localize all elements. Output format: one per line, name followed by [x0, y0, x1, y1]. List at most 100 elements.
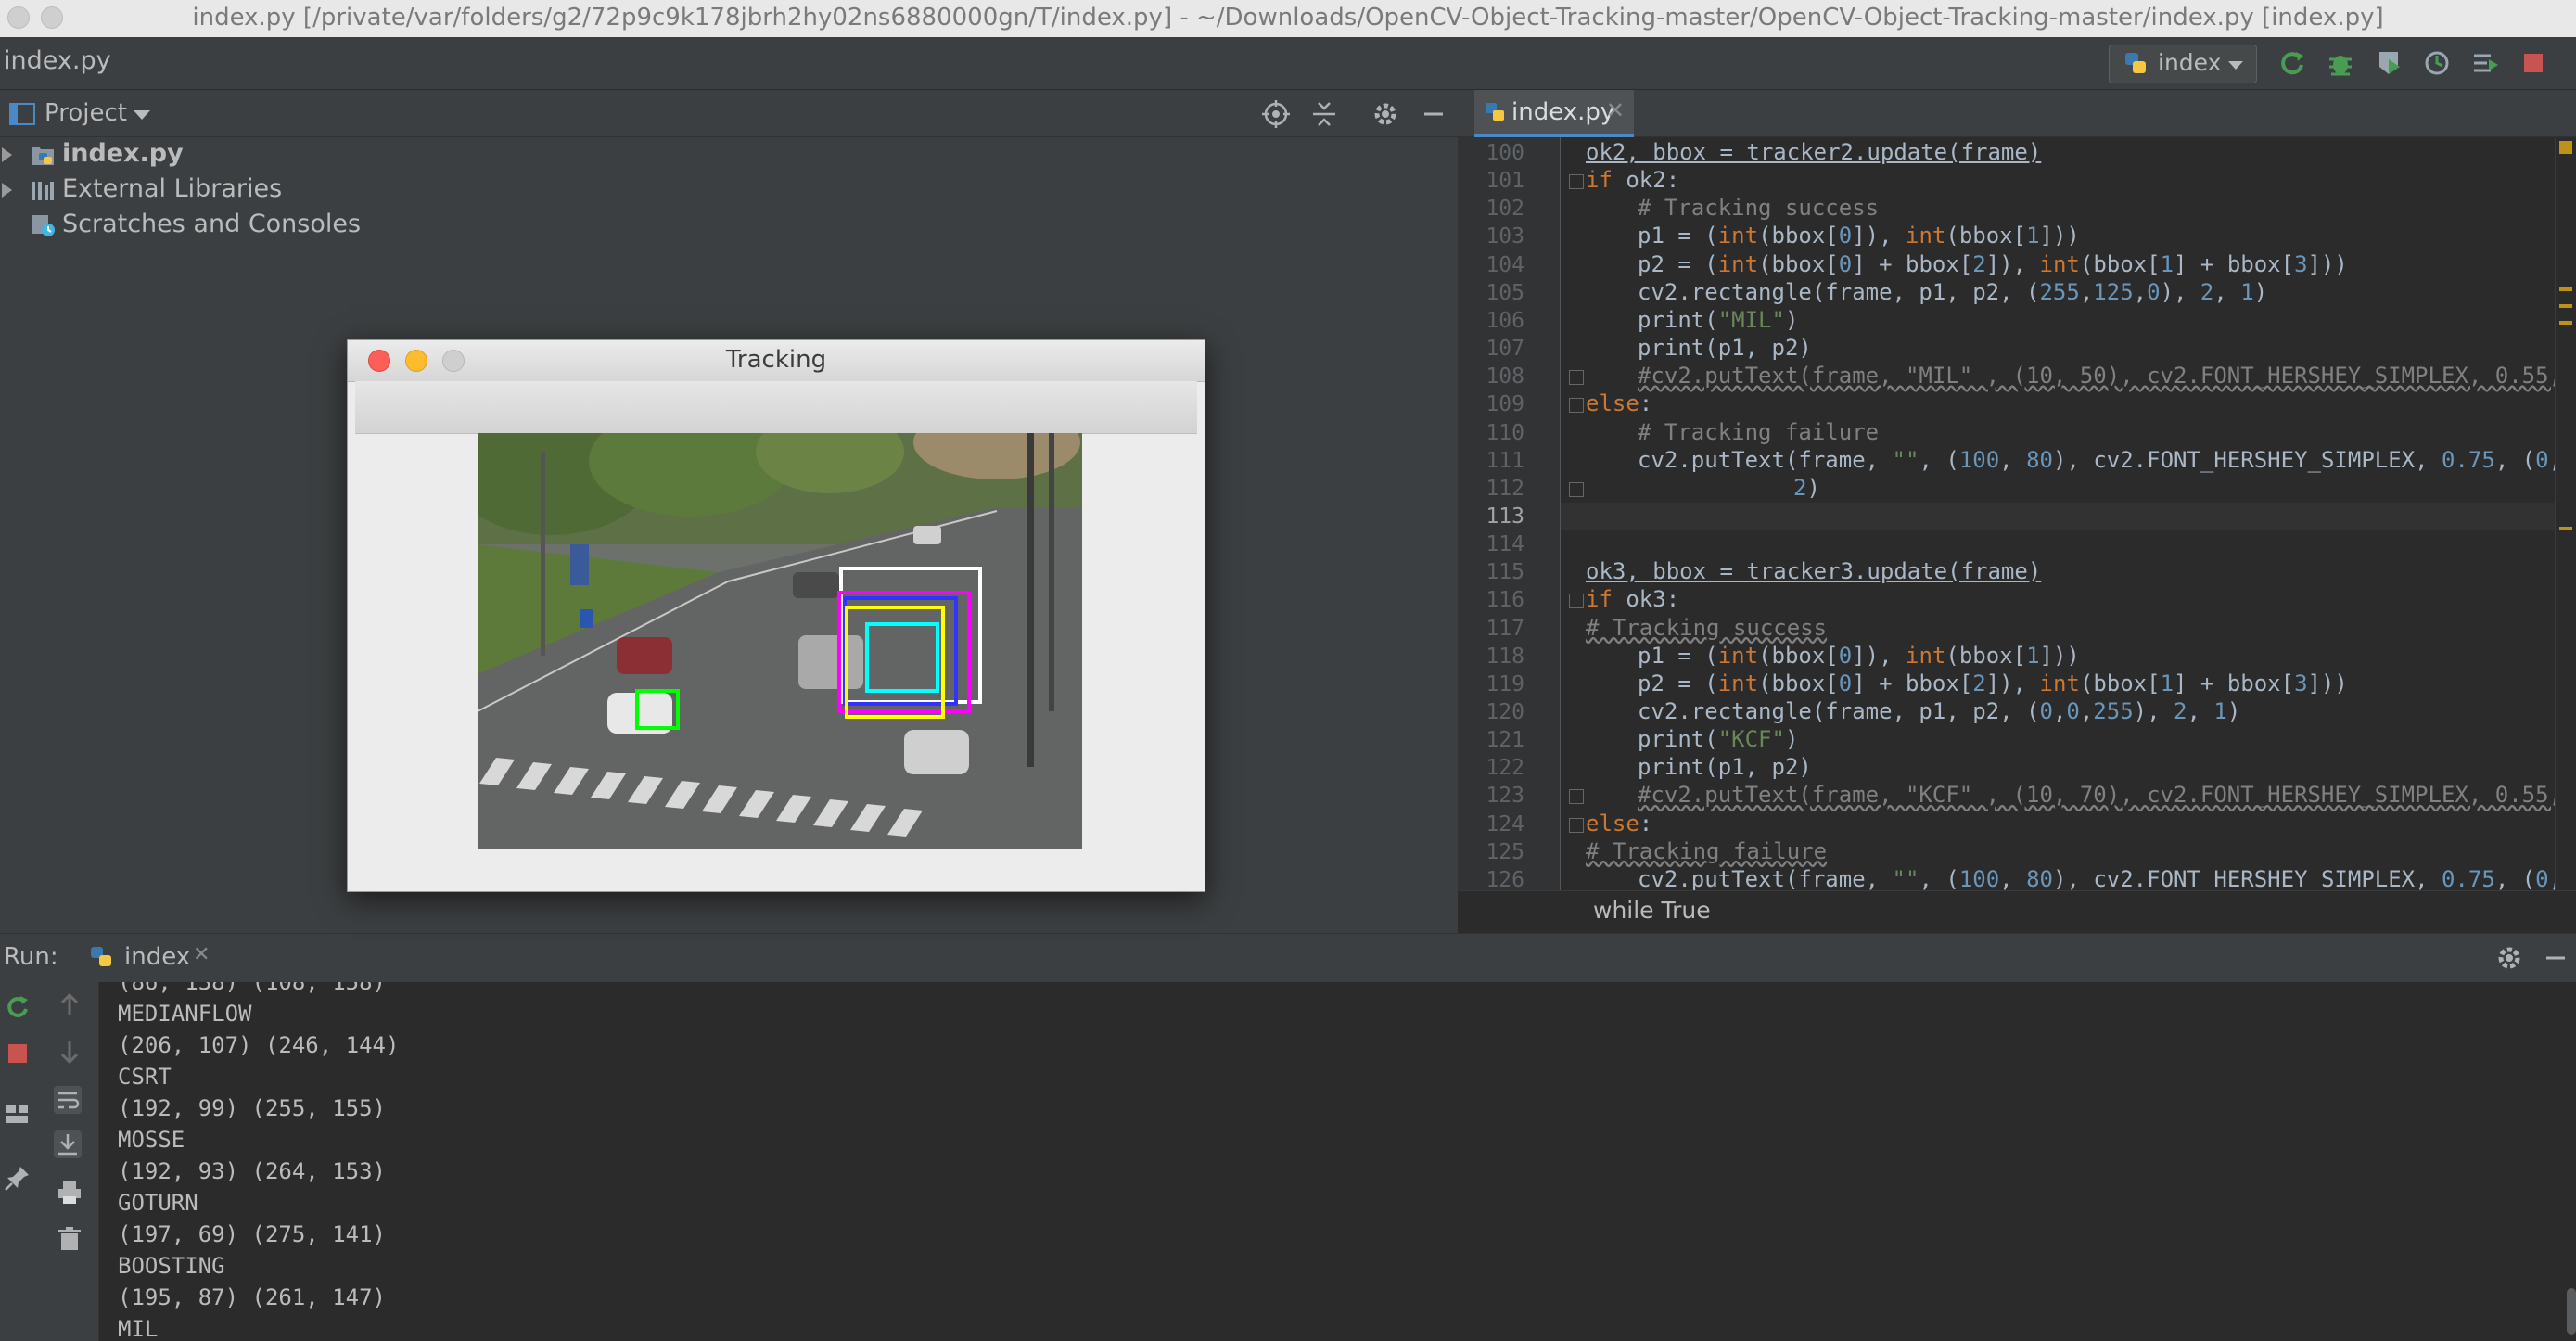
collapse-all-icon[interactable]	[1309, 99, 1339, 129]
code-line: cv2.rectangle(frame, p1, p2, (0,0,255), …	[1638, 698, 2241, 724]
code-line: p2 = (int(bbox[0] + bbox[2]), int(bbox[1…	[1638, 250, 2348, 277]
code-breadcrumb: while True	[1458, 890, 2576, 934]
fold-marker-icon[interactable]	[1569, 789, 1584, 805]
fold-marker-icon[interactable]	[1569, 817, 1584, 833]
code-line: if ok2:	[1586, 167, 1680, 194]
arrow-up-icon[interactable]	[56, 991, 83, 1019]
code-line: # Tracking success	[1638, 195, 1880, 222]
console-line: (192, 93) (264, 153)	[118, 1158, 386, 1184]
warning-indicator-icon[interactable]	[2559, 141, 2572, 154]
console-line: MOSSE	[118, 1127, 185, 1153]
soft-wrap-icon[interactable]	[54, 1086, 82, 1114]
console-line: MIL	[118, 1316, 159, 1341]
code-line: ok2, bbox = tracker2.update(frame)	[1586, 139, 2042, 165]
print-icon[interactable]	[56, 1179, 83, 1207]
profile-icon[interactable]	[2422, 48, 2452, 78]
editor-scrollbar[interactable]	[2555, 137, 2576, 890]
tracking-window[interactable]: Tracking	[347, 339, 1205, 892]
line-number: 102	[1486, 197, 1524, 222]
expand-arrow-icon[interactable]	[2, 183, 12, 198]
rerun-icon[interactable]	[2277, 48, 2307, 78]
line-number: 114	[1486, 532, 1524, 557]
code-line: # Tracking success	[1586, 614, 1828, 641]
line-number: 115	[1486, 560, 1524, 585]
project-icon	[9, 103, 35, 125]
line-number: 126	[1486, 867, 1524, 890]
debug-bug-icon[interactable]	[2326, 48, 2355, 78]
gear-icon[interactable]	[2494, 943, 2524, 973]
line-number: 109	[1486, 392, 1524, 417]
line-number: 103	[1486, 224, 1524, 249]
run-config-dropdown[interactable]: index	[2109, 45, 2257, 83]
tab-index-py[interactable]: index.py ✕	[1474, 90, 1634, 138]
code-line: print(p1, p2)	[1638, 335, 1812, 362]
locate-icon[interactable]	[1261, 99, 1291, 129]
breadcrumb-file[interactable]: index.py	[4, 46, 111, 75]
trash-icon[interactable]	[56, 1225, 83, 1253]
line-number: 116	[1486, 588, 1524, 613]
chevron-down-icon[interactable]	[134, 110, 150, 120]
minimize-panel-icon[interactable]	[2541, 943, 2570, 973]
fold-marker-icon[interactable]	[1569, 481, 1584, 497]
code-line: if ok3:	[1586, 586, 1680, 613]
close-tab-icon[interactable]: ✕	[193, 943, 210, 966]
line-number: 121	[1486, 728, 1524, 753]
tab-label: index.py	[1511, 98, 1615, 126]
run-toolbar	[0, 982, 99, 1341]
console-line: (197, 69) (275, 141)	[118, 1221, 386, 1247]
line-number: 122	[1486, 756, 1524, 781]
traffic-scene-image	[478, 433, 1082, 849]
tree-item-label: External Libraries	[62, 174, 283, 203]
pin-icon[interactable]	[4, 1164, 32, 1192]
rerun-icon[interactable]	[4, 993, 32, 1021]
line-number: 120	[1486, 700, 1524, 724]
coverage-icon[interactable]	[2374, 48, 2404, 78]
line-number: 108	[1486, 364, 1524, 390]
console-line: GOTURN	[118, 1190, 198, 1216]
code-line: #cv2.putText(frame, "KCF" , (10, 70), cv…	[1638, 782, 2576, 809]
console-line: BOOSTING	[118, 1253, 225, 1279]
tracking-window-titlebar[interactable]: Tracking	[348, 340, 1205, 382]
stop-icon[interactable]	[4, 1040, 32, 1067]
run-label: Run:	[4, 943, 58, 971]
current-line-highlight	[1561, 502, 2576, 530]
code-line: #cv2.putText(frame, "MIL" , (10, 50), cv…	[1638, 363, 2576, 390]
line-number-gutter: 100 101 102 103 104 105 106 107 108 109 110 111 112 1…	[1458, 137, 1561, 890]
window-title: index.py [/private/var/folders/g2/72p9c9…	[192, 4, 2384, 32]
arrow-down-icon[interactable]	[56, 1038, 83, 1066]
run-list-icon[interactable]	[2470, 48, 2500, 78]
line-number: 119	[1486, 671, 1524, 696]
line-number: 105	[1486, 280, 1524, 305]
minimize-panel-icon[interactable]	[1419, 99, 1448, 129]
scroll-to-end-icon[interactable]	[54, 1130, 82, 1158]
run-config-label: index	[2158, 49, 2222, 76]
python-icon	[2125, 53, 2146, 73]
line-number: 104	[1486, 252, 1524, 277]
line-number: 118	[1486, 644, 1524, 669]
code-editor[interactable]: 100 101 102 103 104 105 106 107 108 109 110 111 112 1…	[1458, 137, 2576, 890]
tracking-window-status	[348, 849, 1205, 891]
expand-arrow-icon[interactable]	[2, 147, 12, 162]
fold-marker-icon[interactable]	[1569, 174, 1584, 190]
close-tab-icon[interactable]: ✕	[1606, 97, 1625, 123]
run-console[interactable]: (86, 138) (108, 158) MEDIANFLOW (206, 107)…	[99, 982, 2576, 1341]
layout-icon[interactable]	[4, 1101, 32, 1129]
code-line: p2 = (int(bbox[0] + bbox[2]), int(bbox[1…	[1638, 670, 2348, 696]
window-titlebar: index.py [/private/var/folders/g2/72p9c9…	[0, 0, 2576, 38]
stop-icon[interactable]	[2519, 48, 2548, 78]
console-line: (192, 99) (255, 155)	[118, 1095, 386, 1121]
code-line: else:	[1586, 810, 1653, 837]
tree-item-label: Scratches and Consoles	[62, 210, 362, 238]
run-tab-index[interactable]: index ✕	[83, 934, 223, 980]
breadcrumb-scope[interactable]: while True	[1593, 897, 1711, 924]
gear-icon[interactable]	[1371, 99, 1400, 129]
project-view-label[interactable]: Project	[45, 99, 127, 127]
code-line: p1 = (int(bbox[0]), int(bbox[1]))	[1638, 642, 2080, 669]
line-number: 107	[1486, 337, 1524, 362]
fold-marker-icon[interactable]	[1569, 370, 1584, 386]
python-icon	[91, 947, 111, 966]
console-line: (195, 87) (261, 147)	[118, 1284, 386, 1310]
console-scrollbar[interactable]	[2567, 1288, 2576, 1335]
fold-marker-icon[interactable]	[1569, 594, 1584, 609]
fold-marker-icon[interactable]	[1569, 398, 1584, 414]
